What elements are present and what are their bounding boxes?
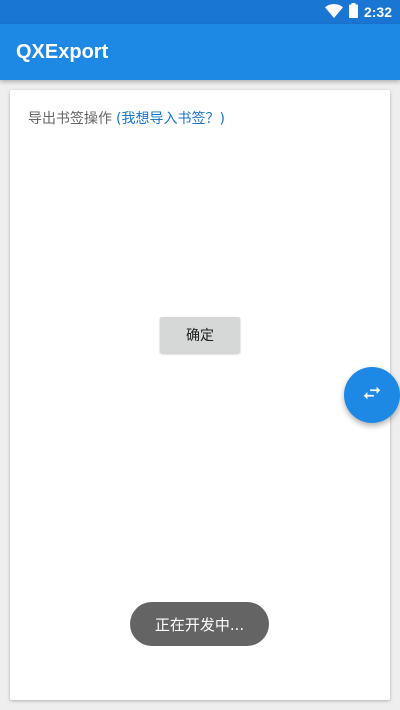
app-bar: QXExport <box>0 24 400 80</box>
status-time: 2:32 <box>363 4 392 20</box>
header-row: 导出书签操作 (我想导入书签？) <box>28 108 225 128</box>
app-title: QXExport <box>16 41 109 63</box>
status-icons: 2:32 <box>324 0 392 24</box>
export-label: 导出书签操作 <box>28 111 112 127</box>
swap-icon <box>361 382 383 408</box>
confirm-button[interactable]: 确定 <box>160 317 240 353</box>
import-bookmarks-link[interactable]: (我想导入书签？) <box>116 111 225 127</box>
status-bar: 2:32 <box>0 0 400 24</box>
wifi-icon <box>324 3 343 22</box>
battery-icon <box>348 2 358 22</box>
toast-message: 正在开发中... <box>130 602 269 646</box>
swap-fab-button[interactable] <box>344 367 400 423</box>
